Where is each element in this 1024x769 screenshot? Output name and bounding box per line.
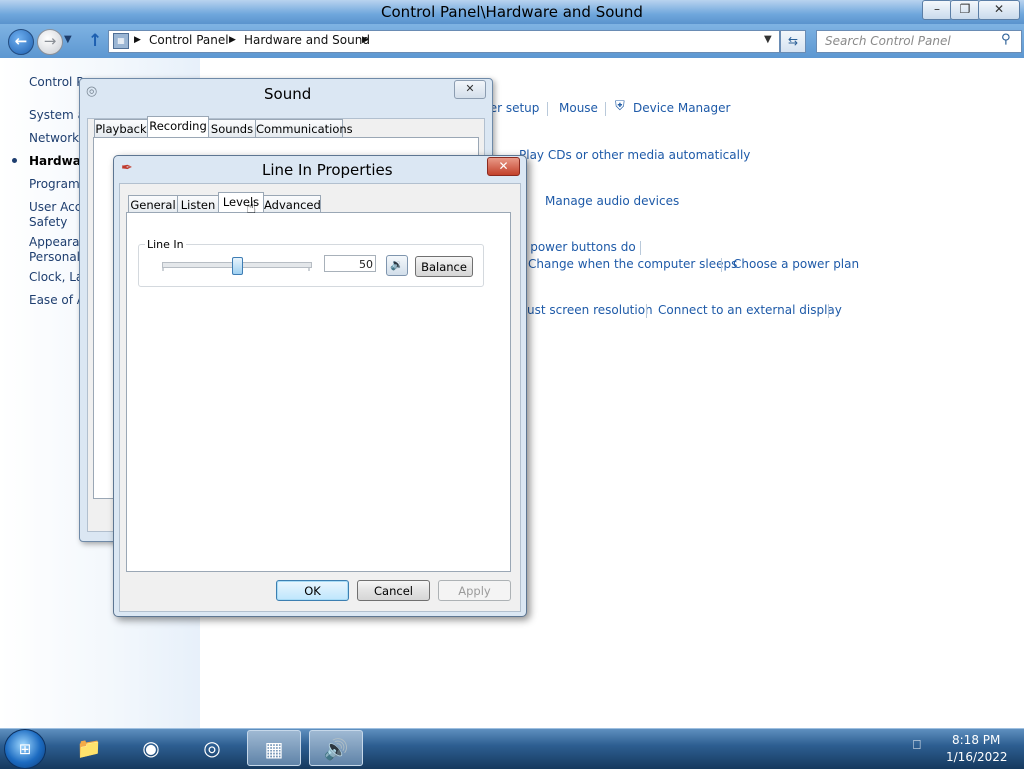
sidebar-item-user-accounts[interactable]: User Acco (29, 200, 79, 214)
properties-dialog-title: Line In Properties (262, 161, 393, 179)
link-change-sleep[interactable]: Change when the computer sleeps (528, 257, 737, 271)
link-manage-audio-devices[interactable]: Manage audio devices (545, 194, 679, 208)
sidebar-item-user-accounts-line2[interactable]: Safety (29, 215, 79, 229)
sidebar-item-network-and-internet[interactable]: Network (29, 131, 79, 145)
link-separator (547, 102, 548, 116)
breadcrumb-hardware-and-sound[interactable]: Hardware and Sound (244, 33, 370, 47)
sidebar-item-programs[interactable]: Programs (29, 177, 79, 191)
level-value-input[interactable]: 50 (324, 255, 376, 272)
cancel-button[interactable]: Cancel (357, 580, 430, 601)
sidebar-item-hardware-and-sound[interactable]: Hardwar (29, 154, 79, 168)
breadcrumb-separator-icon[interactable]: ▶ (134, 35, 141, 45)
control-panel-icon[interactable]: ▦ (247, 730, 301, 766)
maximize-button[interactable]: ❐ (950, 0, 980, 20)
link-separator (828, 304, 829, 318)
tab-recording[interactable]: Recording (147, 116, 209, 138)
forward-arrow-icon[interactable]: → (37, 29, 63, 55)
sound-close-button[interactable]: ✕ (454, 80, 486, 99)
tab-communications[interactable]: Communications (255, 119, 353, 138)
link-separator (640, 241, 641, 255)
link-separator (646, 304, 647, 318)
link-screen-resolution[interactable]: ust screen resolution (527, 303, 653, 317)
properties-close-button[interactable]: ✕ (487, 157, 520, 176)
speaker-icon: ◎ (86, 84, 98, 99)
sidebar-item-clock-language-region[interactable]: Clock, La (29, 270, 79, 284)
recent-pages-chevron-icon[interactable]: ▼ (64, 34, 72, 45)
refresh-icon[interactable]: ⇆ (780, 30, 806, 53)
shield-icon: ⛨ (615, 99, 625, 114)
chrome-icon[interactable]: ◎ (185, 730, 239, 766)
breadcrumb-control-panel[interactable]: Control Panel (149, 33, 229, 47)
breadcrumb-separator-icon[interactable]: ▶ (362, 35, 369, 45)
network-tray-icon[interactable]: ⎕ (913, 738, 921, 753)
firefox-icon[interactable]: ◉ (124, 730, 178, 766)
tab-levels[interactable]: Levels (218, 192, 264, 214)
level-slider-thumb[interactable] (232, 257, 243, 275)
breadcrumb-separator-icon[interactable]: ▶ (229, 35, 236, 45)
back-arrow-icon[interactable]: ← (8, 29, 34, 55)
link-separator (721, 258, 722, 272)
link-separator (605, 102, 606, 116)
ok-button[interactable]: OK (276, 580, 349, 601)
sidebar-item-system-and-security[interactable]: System a (29, 108, 79, 122)
sidebar-item-ease-of-access[interactable]: Ease of A (29, 293, 79, 307)
tab-sounds[interactable]: Sounds (208, 119, 256, 138)
link-printer-setup[interactable]: ter setup (485, 101, 539, 115)
up-arrow-icon[interactable]: ↑ (88, 31, 102, 51)
apply-button[interactable]: Apply (438, 580, 511, 601)
mouse-pointer-icon: ☝ (246, 198, 257, 218)
start-button-windows-icon[interactable]: ⊞ (4, 729, 46, 769)
balance-button[interactable]: Balance (415, 256, 473, 277)
tab-playback[interactable]: Playback (94, 119, 148, 138)
search-icon[interactable]: ⚲ (1001, 32, 1011, 47)
window-title: Control Panel\Hardware and Sound (381, 3, 643, 21)
mute-speaker-icon[interactable]: 🔉 (386, 255, 408, 276)
address-dropdown-chevron-icon[interactable]: ▼ (764, 34, 772, 45)
minimize-button[interactable]: – (922, 0, 952, 20)
active-item-bullet-icon (12, 158, 17, 163)
windows-explorer-icon[interactable]: 📁 (62, 730, 116, 766)
clock-time[interactable]: 8:18 PM (952, 733, 1000, 747)
link-choose-power-plan[interactable]: Choose a power plan (733, 257, 859, 271)
control-panel-icon: ▦ (113, 33, 129, 49)
sidebar-item-appearance[interactable]: Appearan (29, 235, 79, 249)
sidebar-item-appearance-line2[interactable]: Personali (29, 250, 79, 264)
close-button[interactable]: ✕ (978, 0, 1020, 20)
link-external-display[interactable]: Connect to an external display (658, 303, 842, 317)
sound-dialog-title: Sound (264, 85, 312, 103)
sound-icon[interactable]: 🔊 (309, 730, 363, 766)
line-in-group-label: Line In (145, 238, 186, 251)
link-power-buttons[interactable]: e power buttons do (519, 240, 636, 254)
link-mouse[interactable]: Mouse (559, 101, 598, 115)
clock-date[interactable]: 1/16/2022 (946, 750, 1008, 764)
search-placeholder: Search Control Panel (825, 34, 951, 48)
link-autoplay[interactable]: Play CDs or other media automatically (519, 148, 750, 162)
line-in-icon: ✒ (121, 160, 133, 176)
link-device-manager[interactable]: Device Manager (633, 101, 730, 115)
